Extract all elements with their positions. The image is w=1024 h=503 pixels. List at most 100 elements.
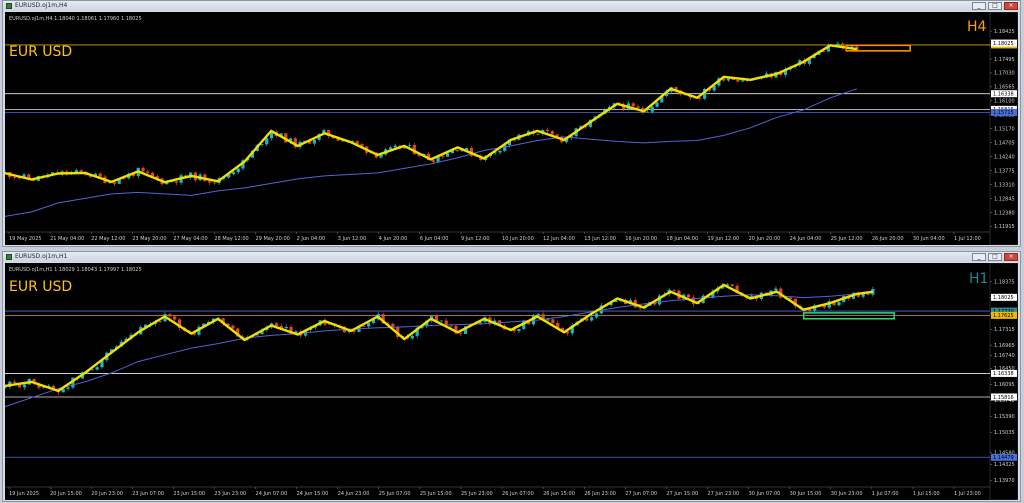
time-tick-label: 24 Jun 07:00 bbox=[256, 491, 288, 497]
minimize-button-h1[interactable]: _ bbox=[972, 253, 986, 261]
price-level-label: 1.16338 bbox=[993, 91, 1014, 97]
price-tick-label: 1.17315 bbox=[994, 327, 1015, 333]
price-tick-label: 1.13775 bbox=[994, 168, 1015, 174]
time-tick-label: 24 Jun 15:00 bbox=[297, 491, 329, 497]
close-button-h4[interactable]: × bbox=[1004, 2, 1018, 10]
chart-window-icon bbox=[6, 254, 12, 260]
time-tick-label: 27 Jun 23:00 bbox=[707, 491, 739, 497]
candle-body bbox=[112, 182, 117, 184]
candle-body bbox=[66, 387, 70, 389]
price-tick-label: 1.16565 bbox=[994, 85, 1015, 91]
maximize-button-h4[interactable]: □ bbox=[988, 2, 1002, 10]
candle-body bbox=[631, 103, 635, 107]
candle-body bbox=[645, 111, 650, 113]
time-tick-label: 30 Jun 07:00 bbox=[749, 491, 781, 497]
time-tick-label: 2 Jun 04:00 bbox=[297, 236, 326, 242]
chart-window-h1[interactable]: EURUSD.oj1m,H1 _ □ × EURUSD.oj1m,H1 1.18… bbox=[2, 251, 1021, 502]
price-level-label: 1.17625 bbox=[993, 313, 1014, 319]
candle-body bbox=[174, 181, 178, 183]
time-tick-label: 25 Jun 15:00 bbox=[420, 491, 452, 497]
time-tick-label: 28 May 12:00 bbox=[214, 236, 248, 242]
candle-body bbox=[687, 294, 691, 298]
time-tick-label: 20 Jun 23:00 bbox=[91, 491, 123, 497]
candle-body bbox=[231, 172, 236, 175]
price-tick-label: 1.17030 bbox=[994, 71, 1015, 77]
candle-body bbox=[698, 98, 702, 100]
chart-window-h4[interactable]: EURUSD.oj1m,H4 _ □ × EURUSD.oj1m,H4 1.18… bbox=[2, 0, 1021, 247]
price-tick-label: 1.18375 bbox=[994, 279, 1015, 285]
candle-body bbox=[90, 369, 94, 371]
time-tick-label: 23 Jun 15:00 bbox=[173, 491, 205, 497]
candle-body bbox=[655, 102, 659, 107]
time-tick-label: 23 May 20:00 bbox=[132, 236, 166, 242]
candle-body bbox=[12, 177, 17, 178]
candle-body bbox=[146, 171, 150, 173]
candle-body bbox=[362, 325, 366, 327]
timeframe-label: H1 bbox=[969, 271, 988, 287]
time-tick-label: 26 Jun 07:00 bbox=[502, 491, 534, 497]
candle-body bbox=[13, 381, 17, 383]
price-axis: 1.184251.179601.174951.170301.165651.161… bbox=[990, 29, 1017, 230]
candle-body bbox=[594, 313, 599, 318]
time-tick-label: 3 Jun 12:00 bbox=[338, 236, 367, 242]
candle-body bbox=[672, 289, 676, 291]
time-tick-label: 18 Jun 04:00 bbox=[666, 236, 698, 242]
current-price-label: 1.18025 bbox=[993, 41, 1014, 47]
time-tick-label: 10 Jun 20:00 bbox=[502, 236, 534, 242]
time-tick-label: 24 Jun 23:00 bbox=[338, 491, 370, 497]
price-tick-label: 1.15035 bbox=[994, 430, 1015, 436]
time-tick-label: 9 Jun 12:00 bbox=[461, 236, 490, 242]
time-tick-label: 30 Jun 23:00 bbox=[831, 491, 863, 497]
time-tick-label: 27 May 04:00 bbox=[173, 236, 207, 242]
candle-body bbox=[449, 325, 453, 327]
price-tick-label: 1.13970 bbox=[994, 478, 1015, 484]
time-tick-label: 27 Jun 15:00 bbox=[666, 491, 698, 497]
price-level-label: 1.15816 bbox=[993, 395, 1014, 401]
time-tick-label: 4 Jun 20:00 bbox=[379, 236, 408, 242]
price-tick-label: 1.16095 bbox=[994, 382, 1015, 388]
time-tick-label: 25 Jun 07:00 bbox=[379, 491, 411, 497]
symbol-label: EUR USD bbox=[9, 44, 72, 60]
time-tick-label: 25 Jun 12:00 bbox=[831, 236, 863, 242]
candle-body bbox=[545, 129, 550, 132]
candle-body bbox=[208, 181, 212, 183]
candle-body bbox=[98, 173, 102, 177]
candle-body bbox=[367, 322, 371, 327]
candle-body bbox=[231, 325, 235, 329]
time-tick-label: 1 Jul 15:00 bbox=[913, 491, 940, 497]
close-button-h1[interactable]: × bbox=[1004, 253, 1018, 261]
price-axis: 1.183751.180251.176701.173151.169651.167… bbox=[990, 279, 1017, 484]
price-tick-label: 1.14325 bbox=[994, 462, 1015, 468]
candle-body bbox=[393, 145, 397, 148]
candle-body bbox=[141, 167, 145, 172]
price-tick-label: 1.12380 bbox=[994, 210, 1015, 216]
candle-body bbox=[455, 149, 459, 152]
candle-body bbox=[636, 106, 640, 108]
candle-body bbox=[391, 323, 395, 327]
price-tick-label: 1.14705 bbox=[994, 141, 1015, 147]
time-tick-label: 26 Jun 20:00 bbox=[872, 236, 904, 242]
price-chart-h1[interactable]: EURUSD.oj1m,H1 1.18029 1.18043 1.17997 1… bbox=[5, 263, 1018, 500]
candle-body bbox=[650, 106, 654, 112]
time-tick-label: 22 May 12:00 bbox=[91, 236, 125, 242]
time-tick-label: 23 Jun 07:00 bbox=[132, 491, 164, 497]
price-tick-label: 1.15390 bbox=[994, 414, 1015, 420]
maximize-button-h1[interactable]: □ bbox=[988, 253, 1002, 261]
time-tick-label: 27 Jun 07:00 bbox=[625, 491, 657, 497]
price-chart-h4[interactable]: EURUSD.oj1m,H4 1.18040 1.18061 1.17960 1… bbox=[5, 12, 1018, 245]
candle-body bbox=[173, 316, 177, 320]
price-tick-label: 1.17495 bbox=[994, 57, 1015, 63]
candle-body bbox=[407, 144, 412, 146]
candle-body bbox=[536, 133, 540, 135]
price-tick-label: 1.16100 bbox=[994, 99, 1015, 105]
candle-body bbox=[774, 288, 778, 291]
window-titlebar-h4[interactable]: EURUSD.oj1m,H4 _ □ × bbox=[3, 1, 1020, 11]
candle-body bbox=[736, 79, 740, 82]
candle-body bbox=[439, 320, 443, 322]
window-titlebar-h1[interactable]: EURUSD.oj1m,H1 _ □ × bbox=[3, 252, 1020, 262]
candle-body bbox=[79, 170, 83, 172]
minimize-button-h4[interactable]: _ bbox=[972, 2, 986, 10]
time-tick-label: 20 Jun 20:00 bbox=[749, 236, 781, 242]
candle-body bbox=[726, 78, 730, 81]
time-tick-label: 1 Jul 23:00 bbox=[954, 491, 981, 497]
